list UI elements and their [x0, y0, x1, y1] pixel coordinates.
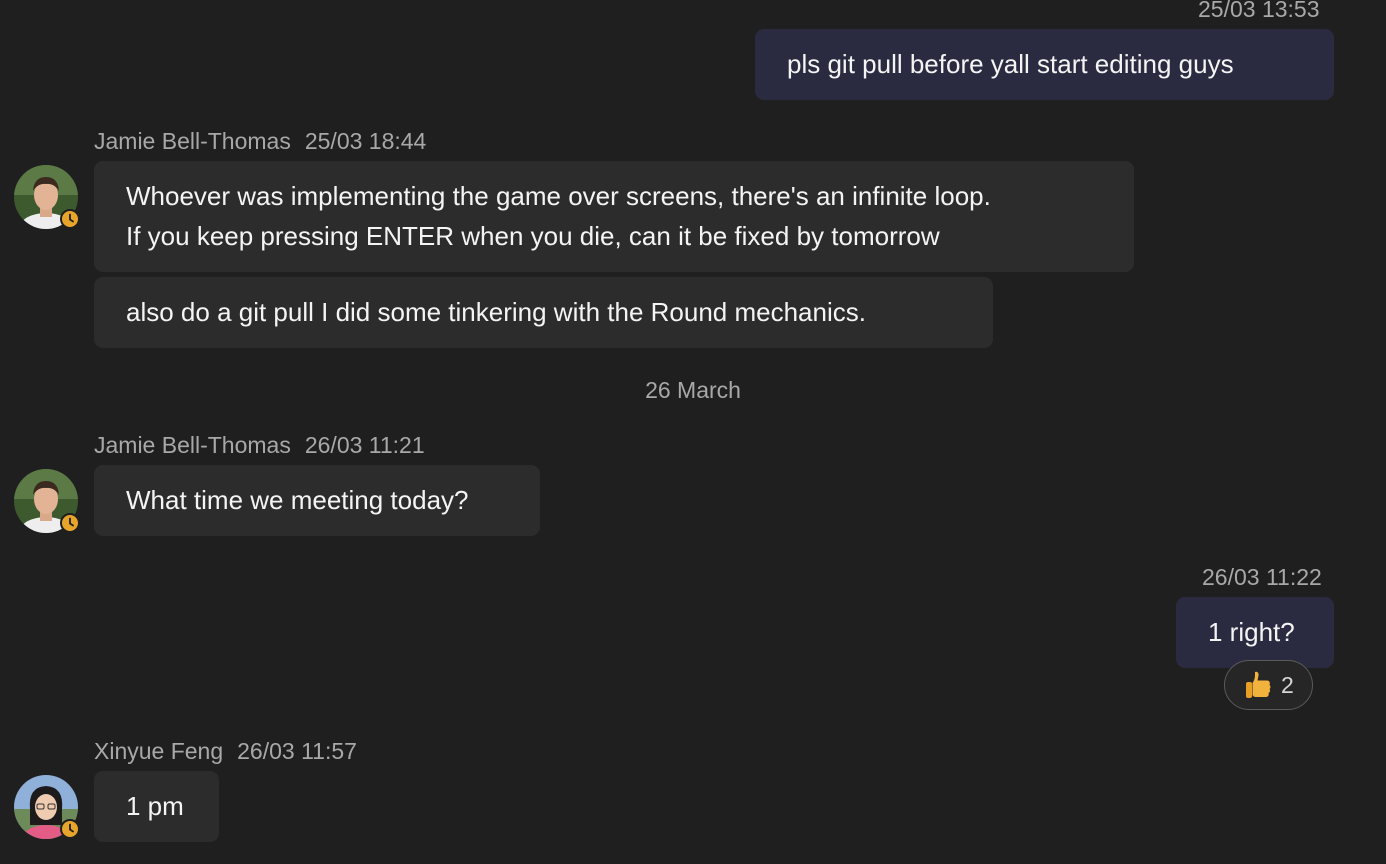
sender-name[interactable]: Xinyue Feng — [94, 738, 223, 764]
date-divider: 26 March — [645, 377, 741, 403]
reaction-count: 2 — [1281, 671, 1294, 698]
message-bubble-mine[interactable]: 1 right? — [1176, 597, 1334, 668]
message-bubble[interactable]: 1 pm — [94, 771, 219, 842]
thumbs-up-icon — [1246, 671, 1271, 698]
message-bubble[interactable]: also do a git pull I did some tinkering … — [94, 277, 993, 348]
chat-thread: 25/03 13:53 pls git pull before yall sta… — [0, 0, 1386, 864]
message-header: Xinyue Feng 26/03 11:57 — [94, 738, 357, 764]
avatar-jamie[interactable] — [14, 165, 80, 229]
timestamp: 25/03 18:44 — [304, 128, 427, 154]
message-text: 1 pm — [126, 791, 184, 821]
message-text-line: Whoever was implementing the game over s… — [126, 181, 991, 211]
message-bubble[interactable]: What time we meeting today? — [94, 465, 540, 536]
timestamp: 26/03 11:57 — [237, 738, 357, 764]
avatar-xinyue[interactable] — [14, 775, 80, 839]
message-timestamp: 26/03 11:22 — [1202, 564, 1322, 590]
timestamp: 26/03 11:21 — [304, 432, 425, 458]
status-away-icon — [60, 513, 80, 533]
message-header: Jamie Bell-Thomas 25/03 18:44 — [94, 128, 426, 154]
sender-name[interactable]: Jamie Bell-Thomas — [94, 128, 291, 154]
message-text-line: If you keep pressing ENTER when you die,… — [126, 221, 940, 251]
sender-name[interactable]: Jamie Bell-Thomas — [94, 432, 291, 458]
message-text: What time we meeting today? — [126, 485, 469, 515]
message-header: Jamie Bell-Thomas 26/03 11:21 — [94, 432, 425, 458]
timestamp: 26/03 11:22 — [1202, 564, 1322, 590]
message-text: 1 right? — [1208, 617, 1295, 647]
reaction-thumbs-up[interactable]: 2 — [1224, 660, 1313, 710]
timestamp: 25/03 13:53 — [1198, 0, 1320, 22]
message-bubble-mine[interactable]: pls git pull before yall start editing g… — [755, 29, 1334, 100]
message-text: also do a git pull I did some tinkering … — [126, 297, 866, 327]
status-away-icon — [60, 819, 80, 839]
status-away-icon — [60, 209, 80, 229]
avatar-jamie[interactable] — [14, 469, 80, 533]
message-text: pls git pull before yall start editing g… — [787, 49, 1234, 79]
message-timestamp: 25/03 13:53 — [1198, 0, 1320, 22]
message-bubble[interactable]: Whoever was implementing the game over s… — [94, 161, 1134, 272]
